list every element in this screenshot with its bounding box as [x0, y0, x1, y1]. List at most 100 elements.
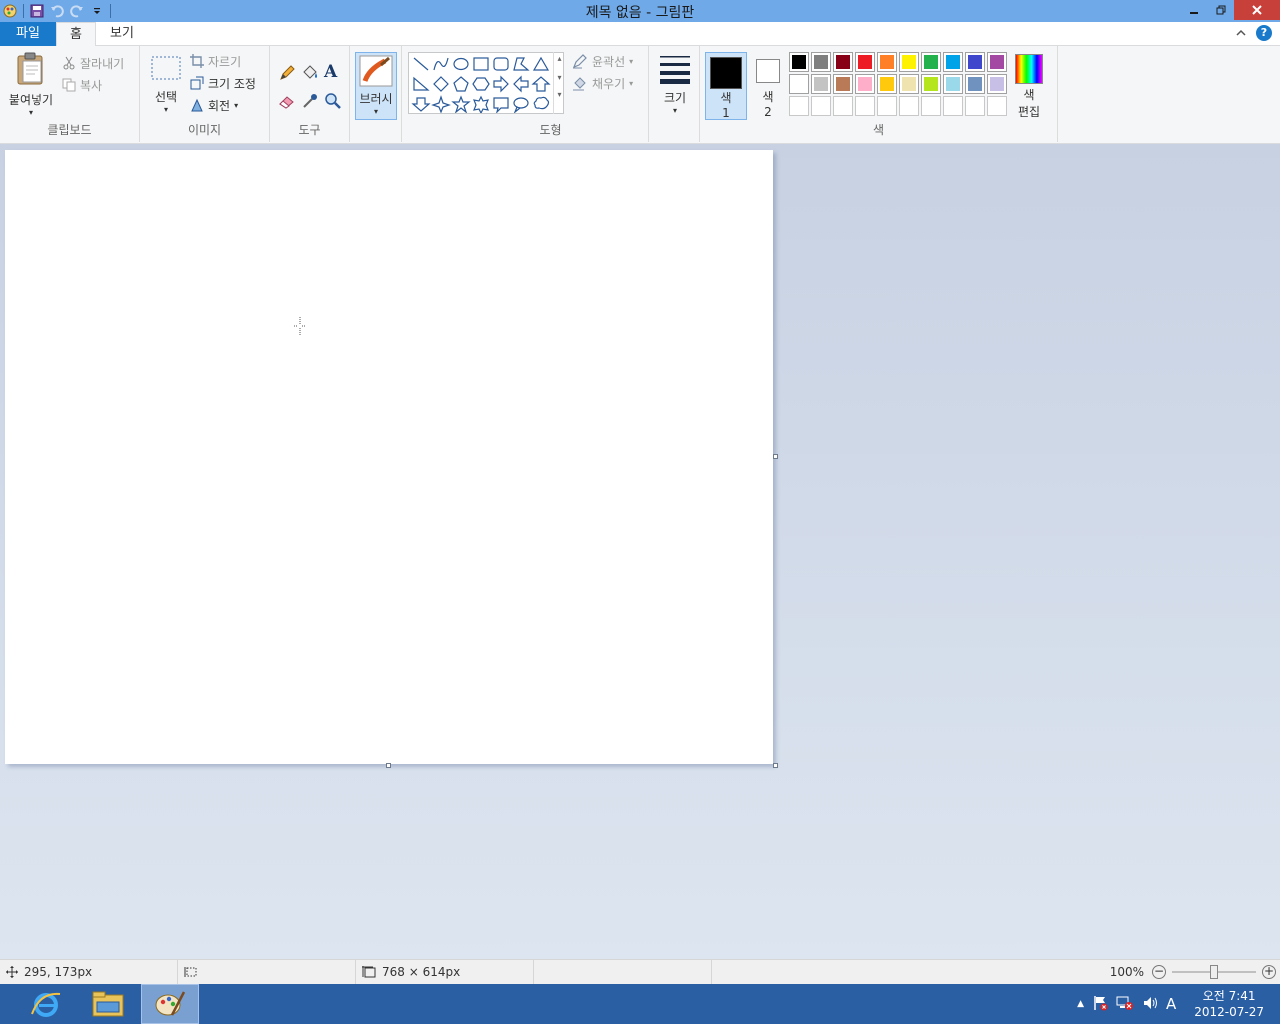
paste-button[interactable]: 붙여넣기 ▾: [4, 52, 58, 117]
color2-label-bottom: 2: [764, 105, 772, 119]
fill-dropdown-icon[interactable]: ▾: [629, 79, 633, 88]
palette-custom-slot[interactable]: [965, 96, 985, 116]
palette-color[interactable]: [899, 52, 919, 72]
select-dropdown-icon[interactable]: ▾: [146, 105, 186, 114]
drawing-canvas[interactable]: [5, 150, 773, 764]
cursor-position-icon: [6, 966, 18, 978]
tab-view[interactable]: 보기: [100, 22, 144, 46]
brushes-dropdown-icon[interactable]: ▾: [356, 107, 396, 116]
palette-color[interactable]: [789, 74, 809, 94]
size-button[interactable]: 크기 ▾: [653, 54, 697, 115]
close-button[interactable]: [1234, 0, 1280, 20]
shapes-expand-icon[interactable]: ▾: [554, 90, 565, 99]
palette-color[interactable]: [921, 52, 941, 72]
magnifier-icon[interactable]: [324, 92, 342, 113]
shapes-scroll-up-icon[interactable]: ▴: [554, 54, 565, 63]
palette-color[interactable]: [943, 52, 963, 72]
palette-custom-slot[interactable]: [899, 96, 919, 116]
shapes-gallery[interactable]: [408, 52, 564, 114]
crop-button[interactable]: 자르기: [190, 52, 241, 70]
palette-color[interactable]: [811, 74, 831, 94]
tab-file[interactable]: 파일: [0, 22, 56, 46]
outline-button[interactable]: 윤곽선 ▾: [572, 52, 633, 70]
rotate-dropdown-icon[interactable]: ▾: [234, 101, 238, 110]
palette-custom-slot[interactable]: [855, 96, 875, 116]
help-icon[interactable]: ?: [1256, 25, 1272, 41]
color2-button[interactable]: 색 2: [751, 52, 785, 120]
palette-color[interactable]: [899, 74, 919, 94]
zoom-in-button[interactable]: +: [1262, 965, 1276, 979]
status-empty-pane: [534, 960, 712, 984]
brushes-button[interactable]: 브러시 ▾: [355, 52, 397, 120]
palette-color[interactable]: [877, 74, 897, 94]
palette-custom-slot[interactable]: [833, 96, 853, 116]
resize-handle-right[interactable]: [773, 454, 778, 459]
paint-taskbar-button[interactable]: [141, 984, 199, 1024]
palette-color[interactable]: [833, 52, 853, 72]
action-center-flag-icon[interactable]: [1092, 995, 1108, 1014]
shapes-scroll[interactable]: ▴ ▾ ▾: [553, 52, 565, 114]
palette-color[interactable]: [789, 52, 809, 72]
volume-icon[interactable]: [1142, 995, 1158, 1014]
fill-button[interactable]: 채우기 ▾: [572, 74, 633, 92]
folder-icon: [92, 991, 124, 1017]
palette-color[interactable]: [855, 74, 875, 94]
eraser-icon[interactable]: [278, 92, 296, 113]
palette-custom-slot[interactable]: [987, 96, 1007, 116]
edit-colors-button[interactable]: 색 편집: [1012, 52, 1046, 120]
file-explorer-button[interactable]: [79, 984, 137, 1024]
minimize-ribbon-icon[interactable]: [1236, 26, 1246, 40]
paste-dropdown-icon[interactable]: ▾: [4, 108, 58, 117]
workspace[interactable]: [0, 144, 1280, 959]
show-hidden-icons-icon[interactable]: ▲: [1077, 999, 1084, 1009]
palette-color[interactable]: [987, 74, 1007, 94]
zoom-slider-thumb[interactable]: [1210, 965, 1218, 979]
shapes-scroll-down-icon[interactable]: ▾: [554, 73, 565, 82]
outline-dropdown-icon[interactable]: ▾: [629, 57, 633, 66]
palette-color[interactable]: [833, 74, 853, 94]
resize-handle-corner[interactable]: [773, 763, 778, 768]
palette-color[interactable]: [811, 52, 831, 72]
tab-home[interactable]: 홈: [56, 22, 96, 47]
copy-button[interactable]: 복사: [62, 76, 102, 94]
cut-button[interactable]: 잘라내기: [62, 54, 124, 72]
input-method-indicator[interactable]: A: [1166, 995, 1176, 1013]
palette-color[interactable]: [855, 52, 875, 72]
taskbar: ▲ A 오전 7:41 2012-07-27: [0, 984, 1280, 1024]
clock[interactable]: 오전 7:41 2012-07-27: [1194, 988, 1264, 1020]
zoom-slider[interactable]: [1172, 965, 1256, 979]
text-tool-icon[interactable]: A: [324, 62, 337, 82]
color-picker-icon[interactable]: [301, 92, 319, 113]
shapes-icons: [411, 56, 551, 113]
rotate-button[interactable]: 회전 ▾: [190, 96, 238, 114]
zoom-out-button[interactable]: −: [1152, 965, 1166, 979]
palette-color[interactable]: [921, 74, 941, 94]
palette-custom-slot[interactable]: [921, 96, 941, 116]
canvas-size: 768 × 614px: [356, 960, 534, 984]
network-status-icon[interactable]: [1116, 995, 1134, 1014]
palette-custom-slot[interactable]: [877, 96, 897, 116]
palette-color[interactable]: [965, 74, 985, 94]
minimize-button[interactable]: [1180, 0, 1207, 20]
restore-button[interactable]: [1207, 0, 1234, 20]
palette-custom-slot[interactable]: [811, 96, 831, 116]
palette-color[interactable]: [877, 52, 897, 72]
palette-color-fill: [990, 55, 1004, 69]
canvas-size-icon: [362, 966, 376, 978]
resize-button[interactable]: 크기 조정: [190, 74, 256, 92]
palette-custom-slot[interactable]: [789, 96, 809, 116]
internet-explorer-button[interactable]: [17, 984, 75, 1024]
select-button[interactable]: 선택 ▾: [146, 54, 186, 114]
palette-color[interactable]: [987, 52, 1007, 72]
size-dropdown-icon[interactable]: ▾: [653, 106, 697, 115]
palette-custom-slot[interactable]: [943, 96, 963, 116]
fill-bucket-icon[interactable]: [301, 64, 319, 85]
pencil-icon[interactable]: [278, 64, 296, 85]
clock-time: 오전 7:41: [1202, 989, 1256, 1003]
palette-color[interactable]: [965, 52, 985, 72]
resize-handle-bottom[interactable]: [386, 763, 391, 768]
system-tray: ▲ A 오전 7:41 2012-07-27: [1077, 984, 1280, 1024]
color1-button[interactable]: 색 1: [705, 52, 747, 120]
palette-color-fill: [792, 77, 806, 91]
palette-color[interactable]: [943, 74, 963, 94]
